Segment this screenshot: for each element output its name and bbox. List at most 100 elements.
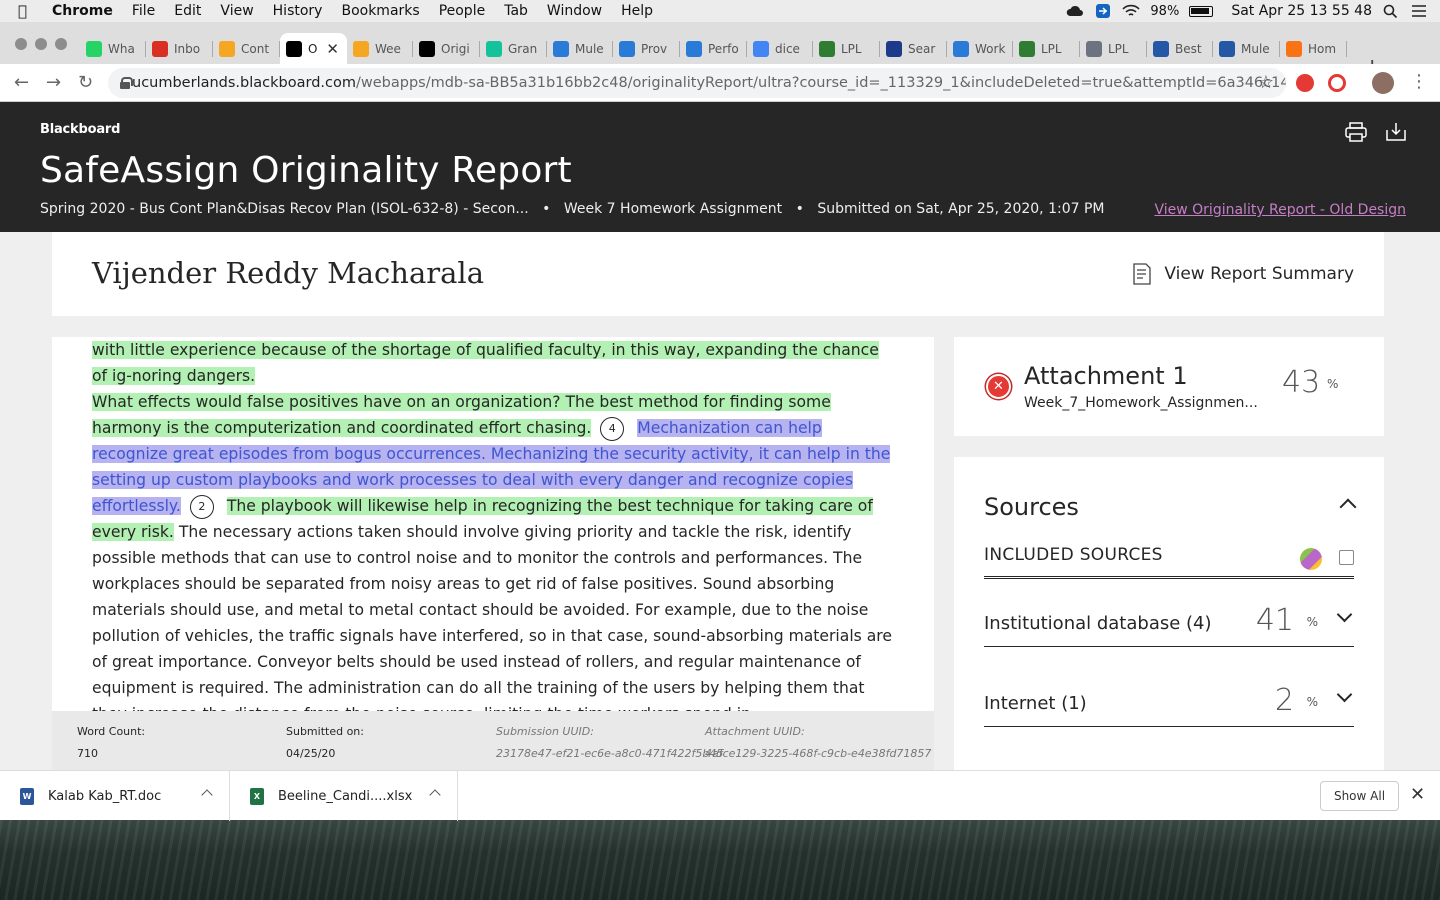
chevron-up-icon[interactable]: [429, 789, 441, 801]
menu-people[interactable]: People: [439, 3, 486, 19]
tab-15[interactable]: LPL: [1080, 33, 1147, 64]
tab-12[interactable]: Sear: [880, 33, 947, 64]
tab-label: LPL: [1041, 41, 1062, 56]
address-bar[interactable]: ucumberlands.blackboard.com/webapps/mdb-…: [108, 68, 1286, 98]
excel-icon: X: [250, 787, 264, 805]
url-path: /webapps/mdb-sa-BB5a31b16bb2c48/original…: [355, 75, 1286, 91]
student-card: Vijender Reddy Macharala View Report Sum…: [52, 232, 1384, 316]
wifi-icon[interactable]: [1122, 4, 1140, 18]
close-tab-icon[interactable]: ✕: [326, 40, 339, 58]
source-row-internet[interactable]: Internet (1) 2 %: [984, 669, 1354, 727]
sources-heading: Sources: [984, 493, 1079, 521]
battery-icon[interactable]: [1189, 5, 1214, 17]
url-host: ucumberlands.blackboard.com: [132, 75, 356, 91]
menu-bookmarks[interactable]: Bookmarks: [341, 3, 419, 19]
indeed-icon: [1219, 40, 1235, 57]
blackboard-logo: Blackboard: [40, 122, 121, 137]
close-icon[interactable]: ✕: [1410, 784, 1425, 805]
notification-center-icon[interactable]: [1410, 4, 1428, 18]
course-icon: [219, 40, 235, 57]
search-site-icon: [886, 40, 902, 57]
document-text: with little experience because of the sh…: [92, 337, 892, 727]
matched-passage-green[interactable]: with little experience because of the sh…: [92, 341, 879, 385]
menu-window[interactable]: Window: [547, 3, 602, 19]
window-zoom-button[interactable]: [55, 38, 67, 50]
back-arrow-icon[interactable]: ←: [14, 73, 29, 93]
tab-16[interactable]: Best: [1147, 33, 1213, 64]
chevron-up-icon[interactable]: [201, 789, 213, 801]
source-filter-icon[interactable]: [1300, 548, 1322, 570]
tab-label: Prov: [641, 41, 668, 56]
tab-11[interactable]: LPL: [813, 33, 880, 64]
menu-edit[interactable]: Edit: [174, 3, 201, 19]
menu-file[interactable]: File: [132, 3, 155, 19]
tab-3[interactable]: O ✕: [280, 33, 347, 64]
source-marker[interactable]: 4: [600, 416, 625, 441]
menu-tab[interactable]: Tab: [504, 3, 528, 19]
tab-label: Perfo: [708, 41, 739, 56]
tab-9[interactable]: Perfo: [680, 33, 747, 64]
menu-history[interactable]: History: [273, 3, 323, 19]
adblock-icon[interactable]: [1296, 74, 1314, 92]
chrome-menu-icon[interactable]: ⋮: [1410, 72, 1428, 92]
print-icon[interactable]: [1345, 122, 1367, 142]
tab-label: Best: [1175, 41, 1202, 56]
tab-13[interactable]: Work: [947, 33, 1013, 64]
tab-18[interactable]: Hom: [1280, 33, 1347, 64]
view-report-summary-button[interactable]: View Report Summary: [1132, 263, 1354, 285]
attachment-card[interactable]: ✕ Attachment 1 Week_7_Homework_Assignmen…: [954, 337, 1384, 436]
tab-4[interactable]: Wee: [347, 33, 413, 64]
tab-strip: Wha Inbo Cont O ✕ Wee Origi Gran Mule Prov Perfo di…: [0, 22, 1440, 79]
show-all-downloads-button[interactable]: Show All: [1320, 781, 1399, 811]
menu-view[interactable]: View: [220, 3, 253, 19]
tab-14[interactable]: LPL: [1013, 33, 1080, 64]
download-shelf: W Kalab Kab_RT.doc X Beeline_Candi....xl…: [0, 770, 1440, 821]
chevron-down-icon[interactable]: [1336, 606, 1353, 623]
window-close-button[interactable]: [15, 38, 27, 50]
clock[interactable]: Sat Apr 25 13 55 48: [1231, 3, 1372, 19]
word-count: Word Count: 710: [77, 725, 146, 760]
cloud-icon[interactable]: [1066, 4, 1084, 18]
source-marker[interactable]: 2: [189, 494, 214, 519]
bookmark-star-icon[interactable]: ☆: [1258, 72, 1274, 93]
chevron-up-icon[interactable]: [1339, 498, 1357, 516]
tab-7[interactable]: Mule: [547, 33, 613, 64]
tab-label: Work: [975, 41, 1006, 56]
tab-6[interactable]: Gran: [480, 33, 547, 64]
tab-label: Wee: [375, 41, 401, 56]
tab-10[interactable]: dice: [747, 33, 813, 64]
mac-menu-bar:  Chrome File Edit View History Bookmark…: [0, 0, 1440, 22]
forward-arrow-icon[interactable]: →: [46, 73, 61, 93]
opera-extension-icon[interactable]: [1328, 74, 1346, 92]
apple-icon[interactable]: : [18, 3, 36, 19]
menu-help[interactable]: Help: [621, 3, 653, 19]
profile-avatar[interactable]: [1372, 72, 1394, 94]
tab-17[interactable]: Mule: [1213, 33, 1280, 64]
spotlight-search-icon[interactable]: [1382, 4, 1400, 18]
tab-5[interactable]: Origi: [413, 33, 480, 64]
download-item[interactable]: W Kalab Kab_RT.doc: [0, 771, 230, 821]
tab-0[interactable]: Wha: [80, 33, 146, 64]
browser-toolbar: ← → ↻ ucumberlands.blackboard.com/webapp…: [0, 64, 1440, 102]
submission-meta: Spring 2020 - Bus Cont Plan&Disas Recov …: [40, 201, 1105, 217]
submission-document[interactable]: with little experience because of the sh…: [52, 337, 934, 770]
menu-app-name[interactable]: Chrome: [52, 3, 113, 19]
google-icon: [753, 40, 769, 57]
window-minimize-button[interactable]: [35, 38, 47, 50]
tab-2[interactable]: Cont: [213, 33, 280, 64]
home-site-icon: [1286, 40, 1302, 57]
bing-icon: [686, 40, 702, 57]
attachment-title: Attachment 1: [1024, 362, 1188, 390]
teamviewer-icon[interactable]: [1094, 4, 1112, 18]
chevron-down-icon[interactable]: [1336, 686, 1353, 703]
tab-8[interactable]: Prov: [613, 33, 680, 64]
tab-1[interactable]: Inbo: [146, 33, 213, 64]
tab-label: Sear: [908, 41, 936, 56]
external-link-icon[interactable]: [1339, 550, 1354, 565]
old-design-link[interactable]: View Originality Report - Old Design: [1154, 202, 1406, 218]
download-item[interactable]: X Beeline_Candi....xlsx: [230, 771, 458, 821]
download-icon[interactable]: [1385, 122, 1407, 142]
submitted-on: Submitted on: 04/25/20: [286, 725, 364, 760]
reload-icon[interactable]: ↻: [78, 73, 93, 93]
source-row-institutional[interactable]: Institutional database (4) 41 %: [984, 589, 1354, 647]
